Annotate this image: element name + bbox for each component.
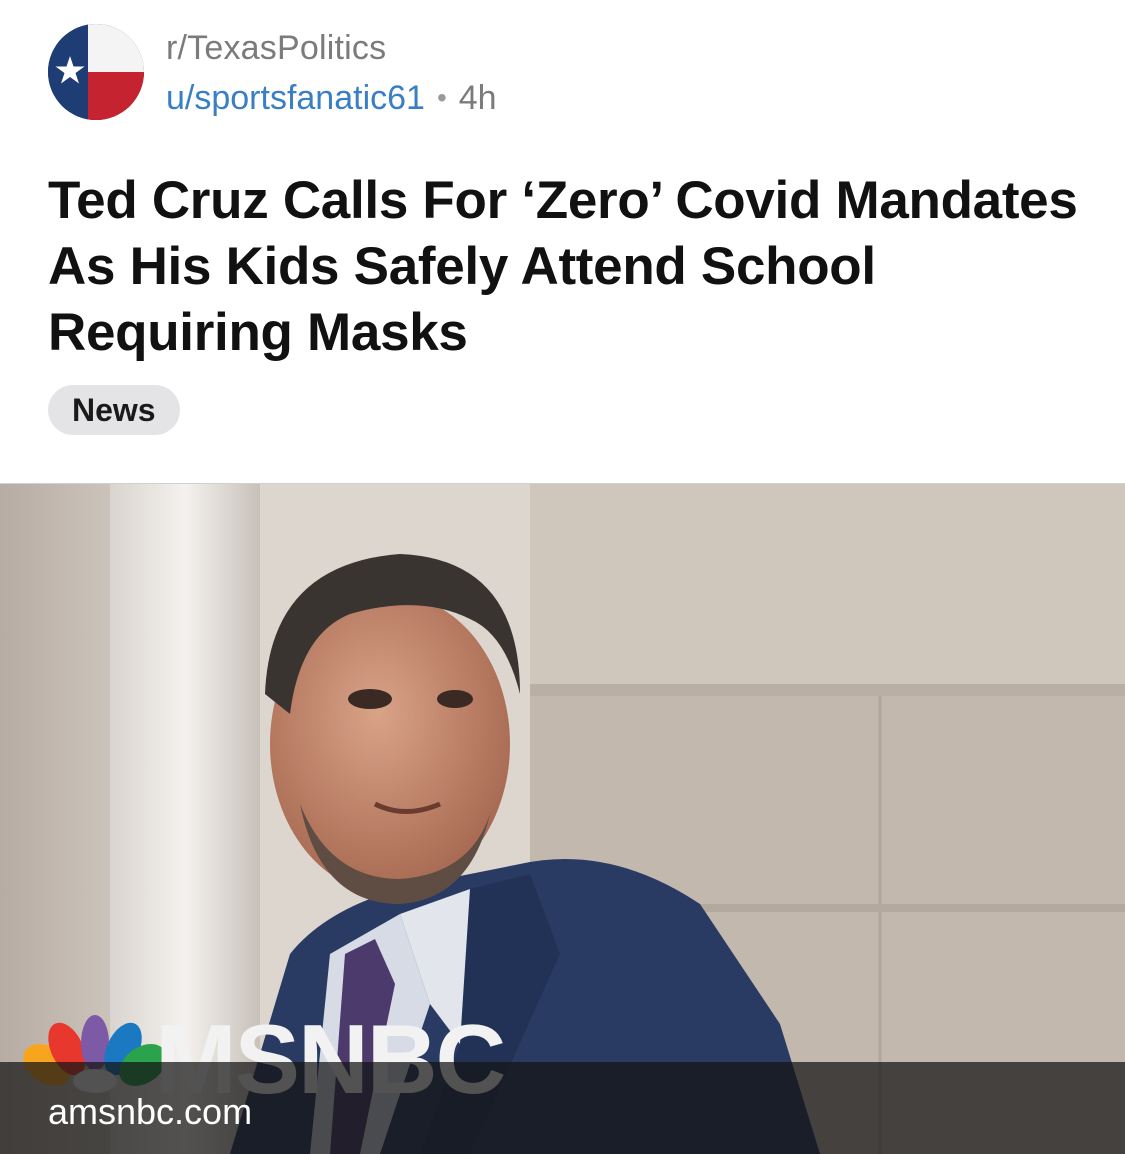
link-preview[interactable]: MSNBC amsnbc.com <box>0 483 1125 1154</box>
texas-flag-icon[interactable] <box>48 24 144 120</box>
subreddit-name[interactable]: r/TexasPolitics <box>166 28 386 68</box>
post-meta: u/sportsfanatic61 • 4h <box>166 78 497 118</box>
meta-separator: • <box>436 82 447 113</box>
link-domain[interactable]: amsnbc.com <box>48 1090 252 1134</box>
domain-bar[interactable]: amsnbc.com <box>0 1062 1125 1154</box>
author-link[interactable]: u/sportsfanatic61 <box>166 78 425 118</box>
post-age: 4h <box>458 79 497 117</box>
post-title[interactable]: Ted Cruz Calls For ‘Zero’ Covid Mandates… <box>48 168 1088 366</box>
flair-badge[interactable]: News <box>48 385 180 435</box>
